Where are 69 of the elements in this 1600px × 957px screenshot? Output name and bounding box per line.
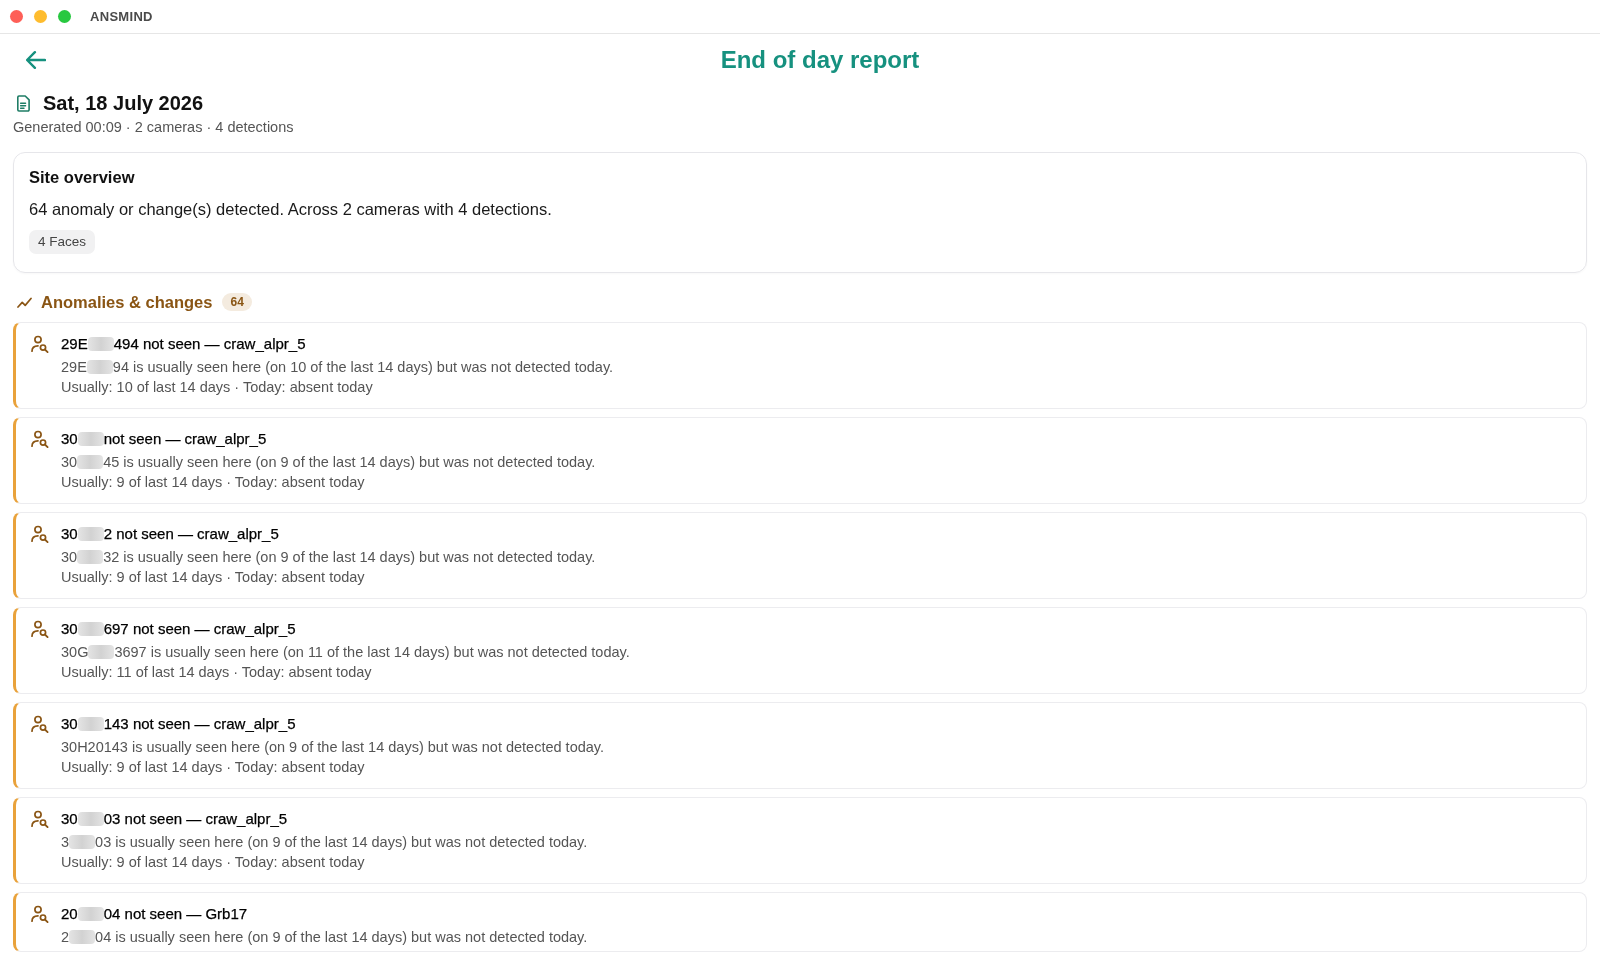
alert-description: 2	[61, 929, 70, 945]
overview-title: Site overview	[29, 167, 136, 187]
alert-meta: Usually: 9 of last 14 days · Today: absent today	[61, 473, 366, 492]
alert-description: 30	[61, 454, 78, 470]
alert-description: 94 is usually seen here (on 10 of the last 14 days) but was not detected today.	[112, 359, 614, 375]
redaction-blur	[69, 835, 96, 849]
alert-description: 04 is usually seen here (on 9 of the last 14 days) but was not detected today.	[95, 929, 588, 945]
alert-description: 30	[61, 549, 78, 565]
redaction-blur	[77, 455, 104, 469]
close-button[interactable]	[10, 10, 23, 23]
back-button[interactable]	[26, 51, 46, 69]
alert-description: 29E	[61, 359, 87, 375]
alert-title: 30	[61, 620, 78, 637]
minimize-button[interactable]	[34, 10, 47, 23]
alert-title: 697 not seen — craw_alpr_5	[103, 620, 296, 637]
alert-title: 30	[61, 525, 78, 542]
redaction-blur	[77, 907, 104, 921]
alert-meta: Usually: 9 of last 14 days · Today: absent today	[61, 758, 366, 777]
category-tag: 4 Faces	[29, 230, 96, 254]
alert-description: 03 is usually seen here (on 9 of the last 14 days) but was not detected today.	[95, 834, 588, 850]
person-search-icon	[31, 810, 49, 828]
overview-text: 64 anomaly or change(s) detected. Across 2 cameras with 4 detections.	[29, 199, 553, 220]
redaction-blur	[69, 930, 96, 944]
redaction-blur	[86, 360, 113, 374]
count-badge: 64	[222, 293, 252, 311]
person-search-icon	[31, 335, 49, 353]
alert-title: 30	[61, 715, 78, 732]
alert-description: 3	[61, 834, 70, 850]
alert-title: 494 not seen — craw_alpr_5	[113, 335, 306, 352]
window-title: ANSMIND	[90, 9, 153, 24]
alert-title: 2 not seen — craw_alpr_5	[103, 525, 279, 542]
alert-title: 30	[61, 430, 78, 447]
alert-description: 30G	[61, 644, 89, 660]
person-search-icon	[31, 620, 49, 638]
document-icon	[16, 94, 30, 112]
alert-title: not seen — craw_alpr_5	[103, 430, 267, 447]
person-search-icon	[31, 905, 49, 923]
redaction-blur	[87, 337, 114, 351]
redaction-blur	[77, 717, 104, 731]
redaction-blur	[77, 812, 104, 826]
alert-meta: Usually: 9 of last 14 days · Today: absent today	[61, 853, 366, 872]
alert-title: 03 not seen — craw_alpr_5	[103, 810, 288, 827]
page-title: End of day report	[720, 45, 920, 75]
alert-description: 32 is usually seen here (on 9 of the last 14 days) but was not detected today.	[103, 549, 596, 565]
alert-title: 20	[61, 905, 78, 922]
maximize-button[interactable]	[58, 10, 71, 23]
redaction-blur	[77, 527, 104, 541]
alert-meta: Usually: 11 of last 14 days · Today: absent today	[61, 663, 373, 682]
alert-description: 3697 is usually seen here (on 11 of the last 14 days) but was not detected today.	[114, 644, 630, 660]
alert-meta: Usually: 9 of last 14 days · Today: absent today	[61, 568, 366, 587]
trend-line-icon	[17, 296, 32, 308]
report-date: Sat, 18 July 2026	[43, 91, 204, 115]
alert-title: 04 not seen — Grb17	[103, 905, 248, 922]
redaction-blur	[77, 550, 104, 564]
back-arrow-icon	[26, 51, 46, 69]
person-search-icon	[31, 715, 49, 733]
section-title: Anomalies & changes	[41, 292, 213, 312]
alert-title: 30	[61, 810, 78, 827]
redaction-blur	[77, 622, 104, 636]
redaction-blur	[77, 432, 104, 446]
alert-title: 143 not seen — craw_alpr_5	[103, 715, 296, 732]
person-search-icon	[31, 430, 49, 448]
report-summary: Generated 00:09 · 2 cameras · 4 detections	[13, 118, 295, 136]
redaction-blur	[88, 645, 115, 659]
alert-meta: Usually: 10 of last 14 days · Today: absent today	[61, 378, 374, 397]
alert-title: 29E	[61, 335, 88, 352]
person-search-icon	[31, 525, 49, 543]
alert-description: 45 is usually seen here (on 9 of the last 14 days) but was not detected today.	[103, 454, 596, 470]
alert-description: 30H20143 is usually seen here (on 9 of the last 14 days) but was not detected today.	[61, 739, 605, 755]
